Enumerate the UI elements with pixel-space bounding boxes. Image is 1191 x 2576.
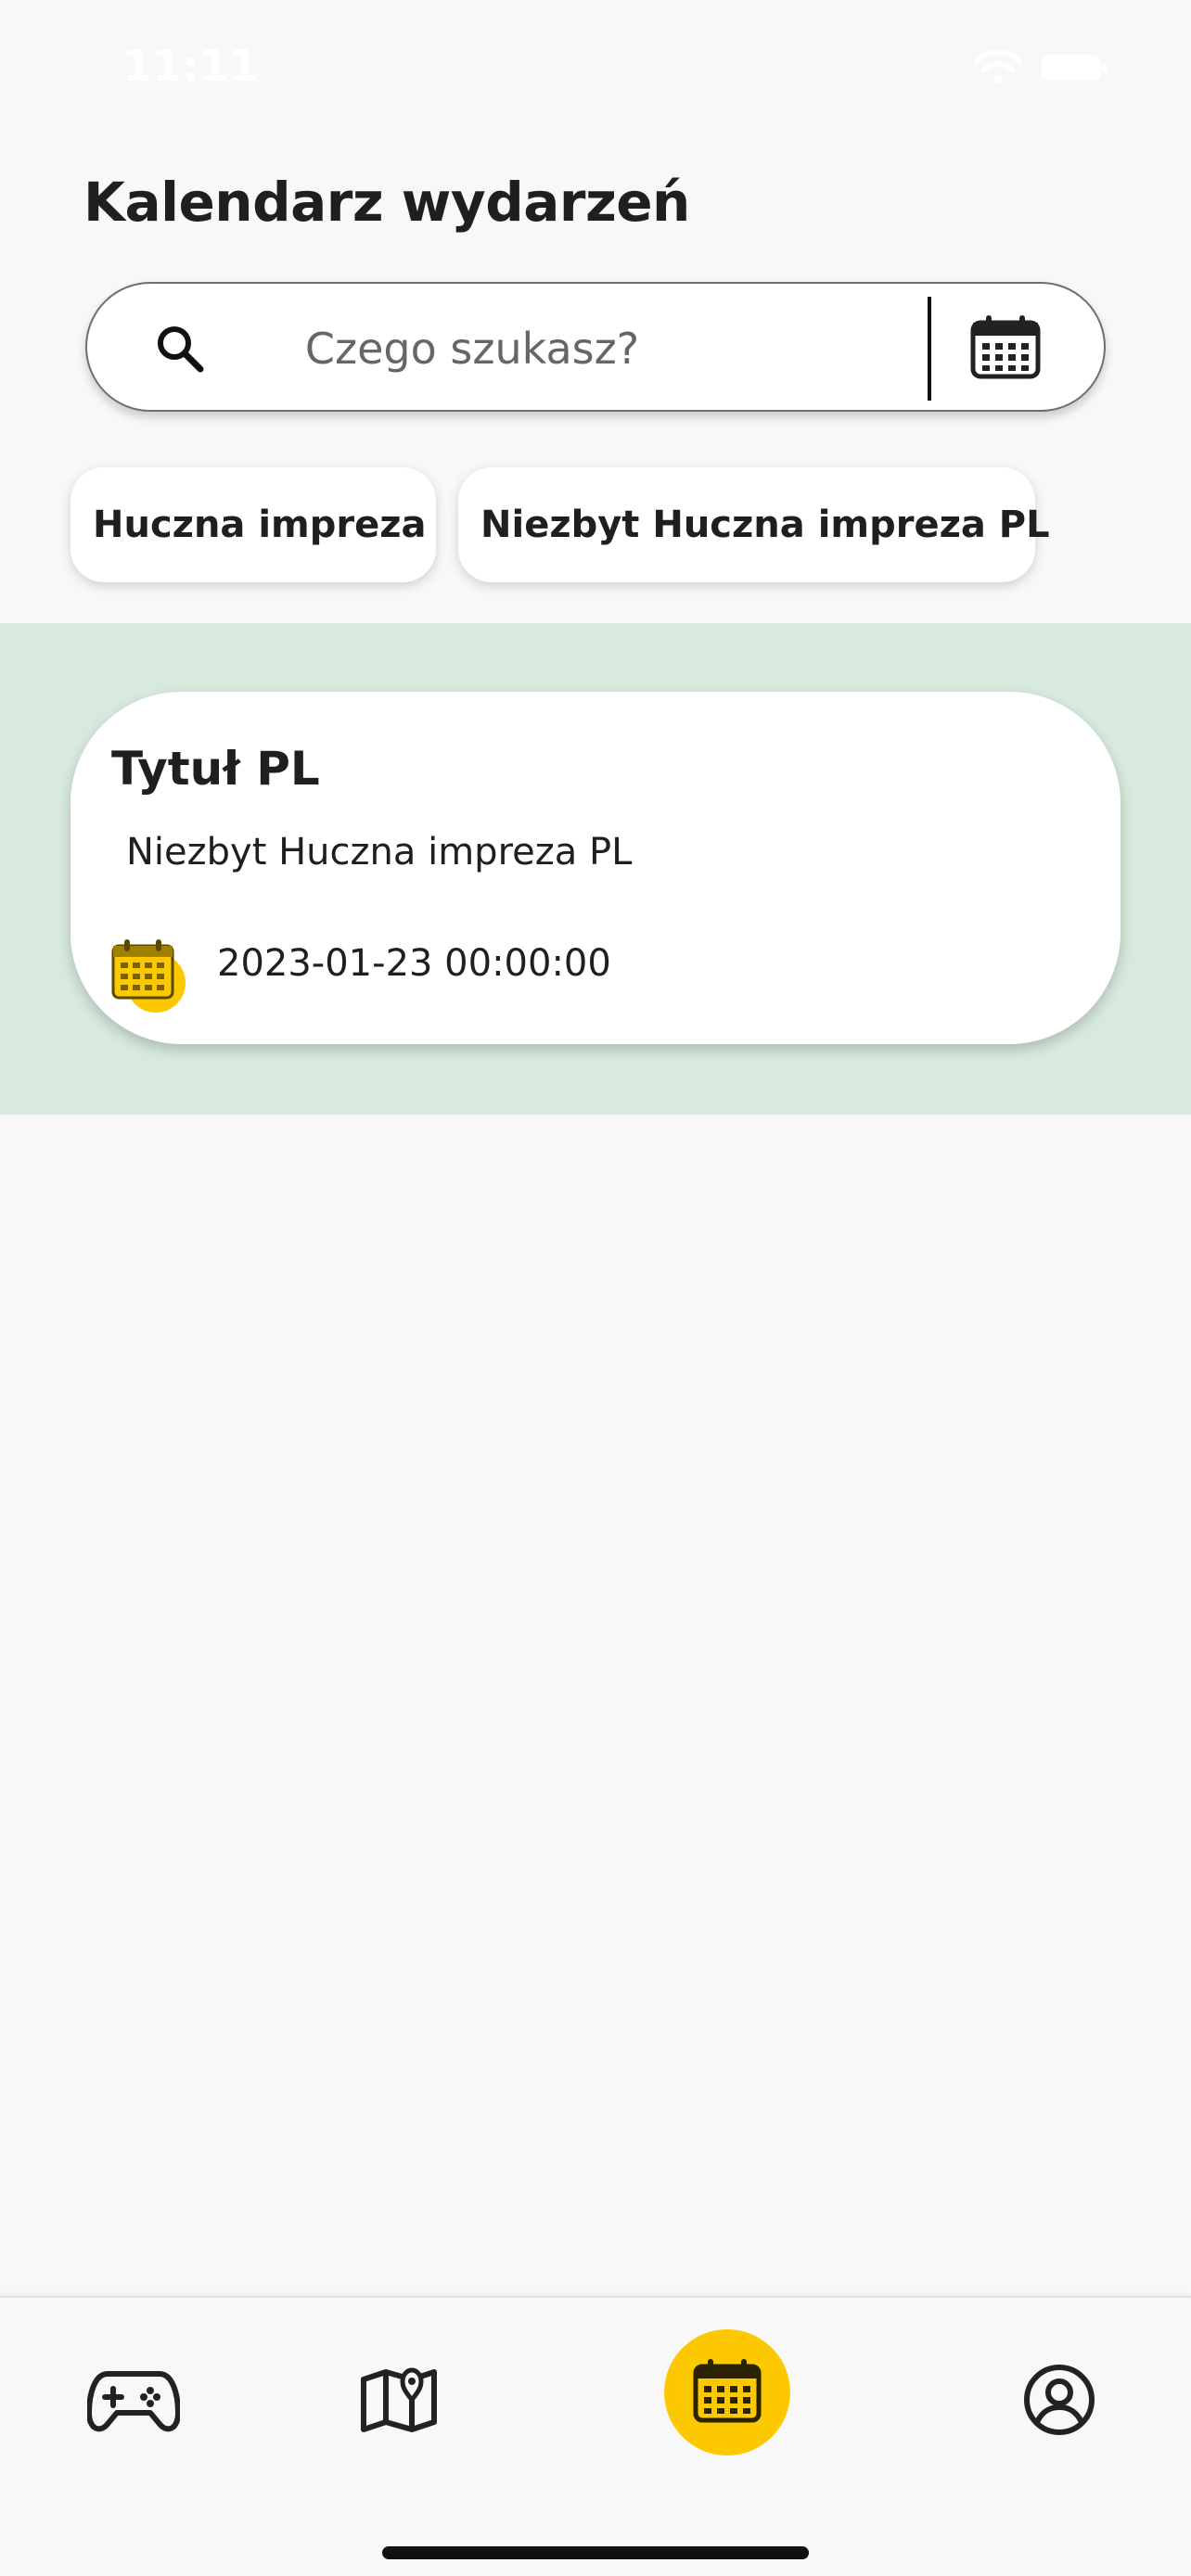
search-bar	[85, 282, 1106, 412]
date-filter-button[interactable]	[950, 308, 1061, 389]
nav-map[interactable]	[351, 2353, 447, 2450]
home-indicator[interactable]	[382, 2546, 809, 2559]
page-title: Kalendarz wydarzeń	[83, 171, 690, 234]
calendar-icon	[109, 937, 187, 1014]
status-time: 11:11	[122, 41, 259, 91]
nav-calendar[interactable]	[664, 2329, 790, 2455]
event-category: Niezbyt Huczna impreza PL	[126, 831, 633, 874]
battery-icon	[1041, 52, 1108, 83]
status-icons	[974, 50, 1108, 85]
gamepad-icon	[86, 2363, 181, 2441]
nav-games[interactable]	[85, 2353, 182, 2450]
search-divider	[928, 297, 931, 401]
event-title: Tytuł PL	[111, 742, 320, 796]
bottom-navigation	[0, 2296, 1191, 2576]
nav-profile[interactable]	[1011, 2353, 1108, 2450]
event-card[interactable]: Tytuł PL Niezbyt Huczna impreza PL 2023-…	[70, 692, 1121, 1044]
event-date: 2023-01-23 00:00:00	[217, 942, 611, 985]
category-filter-chips: Huczna impreza Niezbyt Huczna impreza PL	[70, 467, 1050, 582]
chip-niezbyt-huczna-impreza[interactable]: Niezbyt Huczna impreza PL	[458, 467, 1050, 582]
user-profile-icon	[1022, 2363, 1096, 2441]
map-pin-icon	[360, 2366, 438, 2437]
calendar-icon	[692, 2357, 762, 2428]
wifi-icon	[974, 50, 1022, 85]
event-results: Tytuł PL Niezbyt Huczna impreza PL 2023-…	[0, 623, 1191, 1115]
status-bar: 11:11	[0, 0, 1191, 130]
calendar-icon	[969, 313, 1042, 384]
search-input[interactable]	[273, 302, 672, 395]
chip-huczna-impreza[interactable]: Huczna impreza	[70, 467, 436, 582]
search-icon[interactable]	[152, 321, 208, 376]
